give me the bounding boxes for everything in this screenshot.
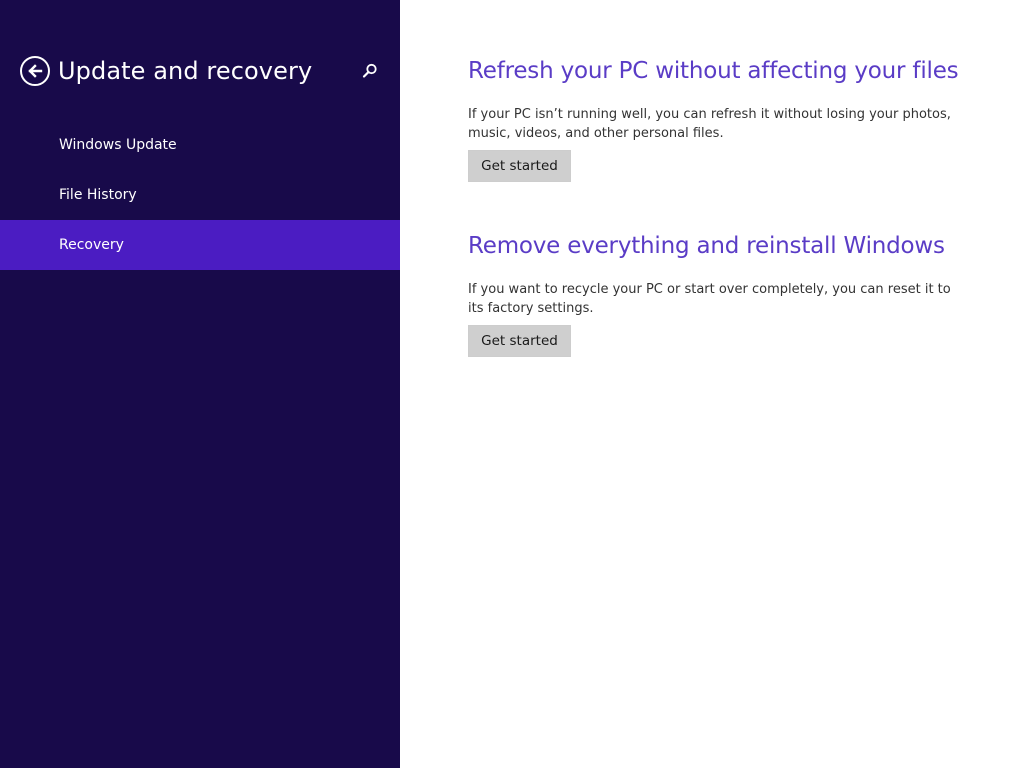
sidebar: Update and recovery Windows Update File …	[0, 0, 400, 768]
refresh-pc-section: Refresh your PC without affecting your f…	[468, 54, 968, 182]
sidebar-item-label: File History	[59, 187, 137, 203]
main-content: Refresh your PC without affecting your f…	[400, 0, 1024, 768]
page-title: Update and recovery	[58, 57, 313, 85]
sidebar-item-recovery[interactable]: Recovery	[0, 220, 400, 270]
back-button[interactable]	[20, 56, 50, 86]
nav-list: Windows Update File History Recovery	[0, 120, 400, 270]
section-description: If you want to recycle your PC or start …	[468, 282, 951, 316]
sidebar-header: Update and recovery	[20, 54, 388, 88]
search-icon	[362, 63, 377, 78]
reset-pc-section: Remove everything and reinstall Windows …	[468, 229, 968, 357]
sidebar-item-windows-update[interactable]: Windows Update	[0, 120, 400, 170]
search-button[interactable]	[360, 61, 380, 81]
sidebar-item-file-history[interactable]: File History	[0, 170, 400, 220]
sidebar-item-label: Windows Update	[59, 137, 177, 153]
back-arrow-icon	[28, 64, 43, 78]
sidebar-item-label: Recovery	[59, 237, 124, 253]
reset-get-started-button[interactable]: Get started	[468, 325, 571, 357]
refresh-get-started-button[interactable]: Get started	[468, 150, 571, 182]
section-title: Refresh your PC without affecting your f…	[468, 58, 959, 84]
section-description: If your PC isn’t running well, you can r…	[468, 107, 951, 141]
settings-window: Update and recovery Windows Update File …	[0, 0, 1024, 768]
section-title: Remove everything and reinstall Windows	[468, 233, 945, 259]
